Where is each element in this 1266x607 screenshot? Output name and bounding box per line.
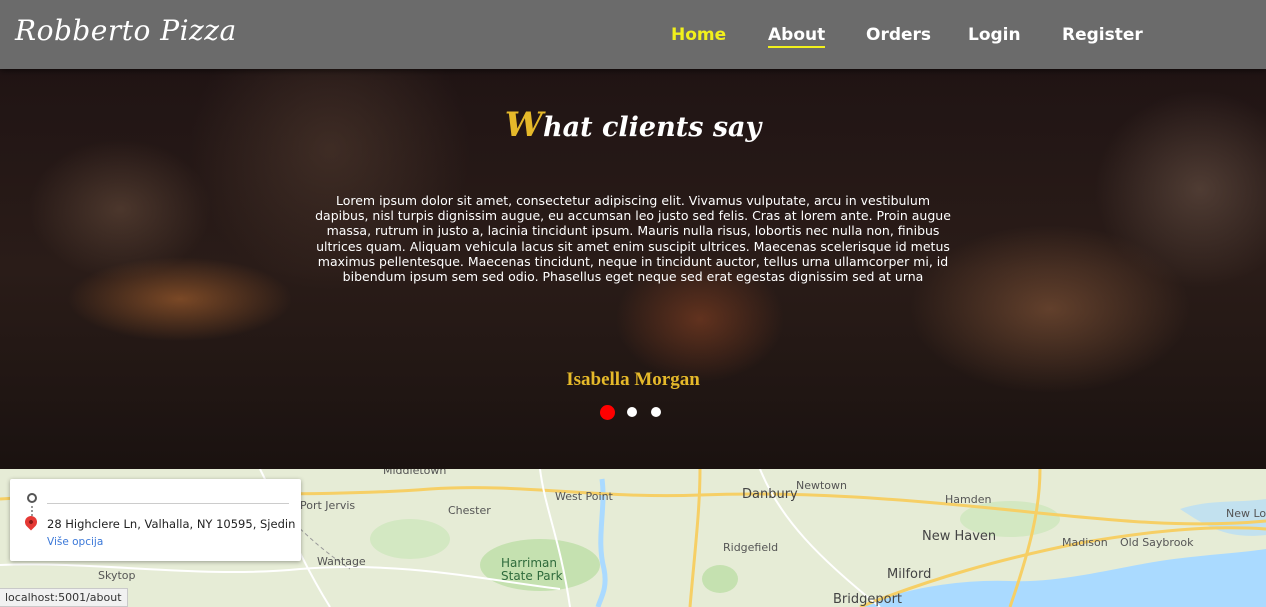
browser-status-bar: localhost:5001/about (0, 588, 128, 607)
nav-orders-link[interactable]: Orders (866, 25, 931, 45)
nav-links: Home About Orders Login Register (0, 25, 1266, 49)
nav-register-link[interactable]: Register (1062, 25, 1143, 45)
section-title-rest: hat clients say (542, 112, 762, 143)
more-options-link[interactable]: Više opcija (47, 536, 103, 548)
section-title-first-letter: W (504, 105, 543, 145)
carousel-dot-1[interactable] (600, 405, 615, 420)
map-label-ridgefield: Ridgefield (723, 541, 779, 554)
map-label-new-haven: New Haven (922, 529, 997, 544)
nav-about-link[interactable]: About (768, 25, 826, 48)
location-pin-icon (22, 513, 40, 531)
map-label-milford: Milford (887, 567, 932, 582)
map-label-old-saybrook: Old Saybrook (1120, 536, 1194, 549)
map-label-skytop: Skytop (98, 569, 136, 582)
section-title: What clients say (0, 105, 1266, 145)
map-label-middletown: Middletown (383, 469, 447, 477)
map-label-port-jervis: Port Jervis (300, 499, 356, 512)
route-dots-icon (31, 506, 33, 516)
carousel-dot-3[interactable] (651, 407, 661, 417)
map-label-chester: Chester (448, 504, 491, 517)
origin-field[interactable] (47, 503, 289, 504)
embedded-map[interactable]: Middletown Port Jervis Chester West Poin… (0, 469, 1266, 607)
nav-login-link[interactable]: Login (968, 25, 1021, 45)
map-label-new-london: New Lo (1226, 507, 1266, 520)
testimonial-author: Isabella Morgan (566, 369, 700, 390)
destination-address: 28 Highclere Ln, Valhalla, NY 10595, Sje… (47, 517, 295, 531)
testimonial-carousel: What clients say Lorem ipsum dolor sit a… (0, 69, 1266, 469)
map-label-danbury: Danbury (742, 487, 798, 502)
map-label-west-point: West Point (555, 490, 613, 503)
map-label-newtown: Newtown (796, 479, 848, 492)
directions-card: 28 Highclere Ln, Valhalla, NY 10595, Sje… (10, 479, 301, 561)
map-label-wantage: Wantage (317, 555, 366, 568)
nav-home-link[interactable]: Home (671, 25, 726, 45)
testimonial-quote: Lorem ipsum dolor sit amet, consectetur … (315, 193, 951, 285)
navbar: Robberto Pizza Home About Orders Login R… (0, 0, 1266, 69)
map-label-bridgeport: Bridgeport (833, 592, 903, 607)
origin-circle-icon (27, 493, 37, 503)
map-label-hamden: Hamden (945, 493, 992, 506)
map-label-state-park: State Park (501, 569, 563, 583)
map-label-madison: Madison (1062, 536, 1108, 549)
carousel-dot-2[interactable] (627, 407, 637, 417)
